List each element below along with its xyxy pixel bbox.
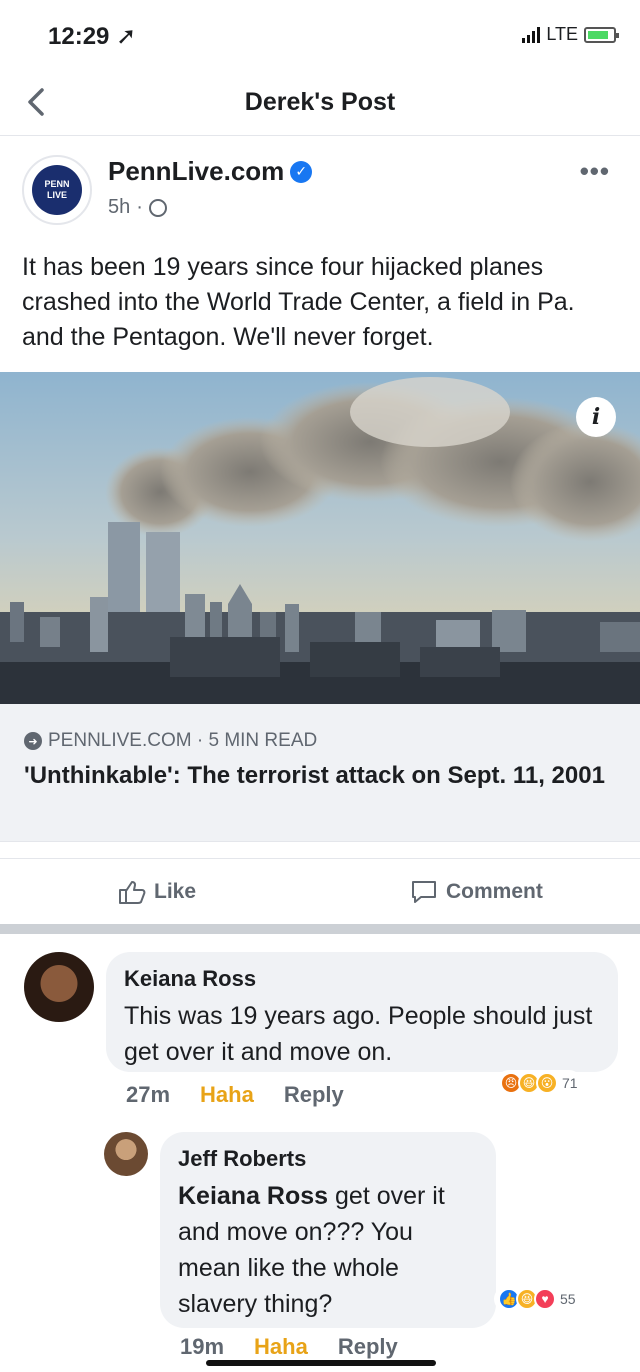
status-time: 12:29 ➚ <box>48 23 137 50</box>
link-source: ➜ PENNLIVE.COM · 5 MIN READ <box>24 730 317 752</box>
post-meta: 5h · <box>108 196 167 219</box>
signal-icon <box>522 26 541 43</box>
haha-button[interactable]: Haha <box>254 1334 308 1360</box>
reaction-summary[interactable]: 👍 😆 ♥ 55 <box>494 1286 580 1312</box>
mention-link[interactable]: Keiana Ross <box>178 1182 328 1210</box>
post-header: PENN LIVE PennLive.com ✓ 5h · ••• <box>0 140 640 240</box>
link-title: 'Unthinkable': The terrorist attack on S… <box>24 762 605 789</box>
page-name[interactable]: PennLive.com ✓ <box>108 156 313 187</box>
comment-author[interactable]: Jeff Roberts <box>178 1146 478 1172</box>
reaction-summary[interactable]: 😠 😆 😮 71 <box>496 1070 582 1096</box>
more-options-button[interactable]: ••• <box>580 156 610 187</box>
nav-bar: Derek's Post <box>0 68 640 136</box>
pennlive-logo: PENN LIVE <box>32 165 82 215</box>
comment-button[interactable]: Comment <box>410 879 543 905</box>
comment-actions: 27m Haha Reply <box>126 1082 344 1108</box>
avatar[interactable] <box>104 1132 148 1176</box>
wow-reaction-icon: 😮 <box>536 1072 558 1094</box>
home-indicator[interactable] <box>206 1360 436 1366</box>
post-action-bar: Like Comment <box>0 858 640 924</box>
avatar[interactable] <box>24 952 94 1022</box>
info-icon[interactable]: i <box>576 397 616 437</box>
like-button[interactable]: Like <box>118 879 196 905</box>
page-avatar[interactable]: PENN LIVE <box>22 155 92 225</box>
love-reaction-icon: ♥ <box>534 1288 556 1310</box>
network-label: LTE <box>546 24 578 44</box>
status-indicators: LTE <box>522 24 619 45</box>
post-image[interactable]: i <box>0 372 640 704</box>
comment-actions: 19m Haha Reply <box>180 1334 398 1360</box>
link-arrow-icon: ➜ <box>24 732 42 750</box>
comment-text: Keiana Ross get over it and move on??? Y… <box>178 1182 445 1318</box>
comment-bubble[interactable]: Keiana Ross This was 19 years ago. Peopl… <box>106 952 618 1072</box>
page-title: Derek's Post <box>244 88 396 116</box>
comment-time: 27m <box>126 1082 171 1107</box>
thumbs-up-icon <box>119 881 146 904</box>
comment-time: 19m <box>180 1334 225 1359</box>
reply-button[interactable]: Reply <box>284 1082 344 1108</box>
skyline-smoke-image <box>0 372 640 704</box>
comment-icon <box>412 881 436 903</box>
post-text: It has been 19 years since four hijacked… <box>22 253 575 351</box>
verified-badge-icon: ✓ <box>290 160 313 183</box>
globe-icon <box>148 198 167 217</box>
comment-author[interactable]: Keiana Ross <box>124 966 600 992</box>
comment-text: This was 19 years ago. People should jus… <box>124 1002 593 1066</box>
reaction-count: 55 <box>560 1291 576 1307</box>
section-divider <box>0 924 640 934</box>
haha-button[interactable]: Haha <box>200 1082 254 1108</box>
status-bar: 12:29 ➚ LTE <box>0 0 640 68</box>
location-arrow-icon: ➚ <box>116 23 137 50</box>
battery-icon <box>584 26 619 43</box>
link-preview[interactable]: ➜ PENNLIVE.COM · 5 MIN READ 'Unthinkable… <box>0 704 640 842</box>
comment-bubble[interactable]: Jeff Roberts Keiana Ross get over it and… <box>160 1132 496 1328</box>
reaction-count: 71 <box>562 1075 578 1091</box>
reply-button[interactable]: Reply <box>338 1334 398 1360</box>
